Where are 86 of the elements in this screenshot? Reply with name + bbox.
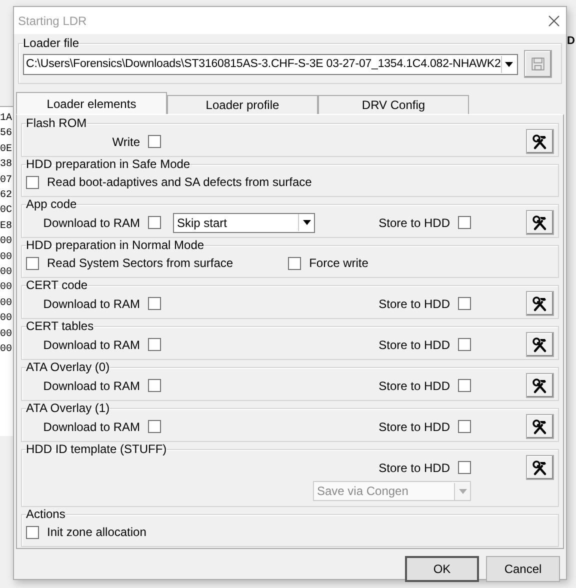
- checkbox[interactable]: [458, 297, 471, 310]
- hex-value: 0E: [0, 142, 13, 157]
- hex-value: 00: [0, 343, 13, 358]
- hex-value: 00: [0, 328, 13, 342]
- hex-value: 07: [0, 174, 13, 188]
- checkbox-label: Init zone allocation: [47, 525, 146, 539]
- hex-value: 00: [0, 250, 13, 265]
- checkbox-label: Store to HDD: [378, 460, 450, 474]
- window-title: Starting LDR: [18, 14, 88, 28]
- checkbox-label: Force write: [309, 256, 368, 270]
- checkbox[interactable]: [148, 216, 161, 229]
- dropdown-arrow-icon: [458, 488, 466, 494]
- hex-value: 00: [0, 266, 13, 280]
- dropdown[interactable]: Skip start: [173, 212, 315, 232]
- tools-button[interactable]: [526, 291, 554, 316]
- checkbox[interactable]: [26, 256, 39, 270]
- hammer-wrench-icon: [532, 418, 548, 434]
- checkbox[interactable]: [26, 526, 39, 538]
- group-title: HDD preparation in Normal Mode: [26, 239, 204, 252]
- hammer-wrench-icon: [532, 296, 548, 312]
- checkbox[interactable]: [288, 256, 302, 270]
- tab[interactable]: Loader elements: [16, 92, 167, 114]
- hex-value: E8: [0, 220, 13, 234]
- hammer-wrench-icon: [532, 214, 548, 230]
- dialog-button[interactable]: Cancel: [486, 556, 560, 582]
- checkbox[interactable]: [458, 420, 471, 433]
- checkbox[interactable]: [458, 461, 471, 474]
- tab[interactable]: DRV Config: [318, 95, 469, 114]
- tools-button[interactable]: [526, 210, 554, 235]
- group-title: ATA Overlay (0): [26, 361, 110, 374]
- hammer-wrench-icon: [532, 336, 548, 352]
- background-text: D: [567, 35, 575, 47]
- checkbox-label: Store to HDD: [378, 420, 450, 434]
- checkbox-label: Download to RAM: [42, 216, 140, 230]
- dropdown-arrow-icon: [505, 62, 514, 66]
- group-title: CERT code: [26, 279, 88, 292]
- hammer-wrench-icon: [532, 460, 548, 476]
- hex-value: 00: [0, 296, 13, 311]
- group-title: ATA Overlay (1): [26, 402, 110, 415]
- checkbox[interactable]: [148, 379, 161, 392]
- tools-button[interactable]: [526, 455, 554, 480]
- checkbox-label: Download to RAM: [42, 378, 140, 392]
- hex-value: 56: [0, 127, 13, 142]
- checkbox[interactable]: [148, 338, 161, 351]
- tools-button[interactable]: [526, 373, 554, 398]
- checkbox[interactable]: [148, 420, 161, 433]
- hammer-wrench-icon: [532, 134, 548, 150]
- hex-value: 1A: [0, 112, 13, 126]
- checkbox[interactable]: [26, 176, 39, 188]
- file-path-combo[interactable]: C:\Users\Forensics\Downloads\ST3160815AS-3.CHF-S-3E 03-27-07_1354.1C4.082-NHAWK2: [23, 54, 518, 74]
- hex-value: 00: [0, 312, 13, 326]
- checkbox[interactable]: [148, 135, 161, 148]
- checkbox-label: Write: [111, 134, 140, 148]
- dialog-button[interactable]: OK: [405, 556, 479, 582]
- checkbox[interactable]: [458, 216, 471, 229]
- group-title: Flash ROM: [26, 117, 87, 130]
- checkbox[interactable]: [458, 379, 471, 392]
- tab[interactable]: Loader profile: [167, 95, 318, 114]
- checkbox[interactable]: [458, 338, 471, 351]
- group-title: Actions: [26, 508, 66, 521]
- checkbox-label: Store to HDD: [378, 216, 450, 230]
- tools-button[interactable]: [526, 414, 554, 439]
- hex-value: 62: [0, 189, 13, 204]
- hex-value: 00: [0, 281, 13, 296]
- close-icon[interactable]: [548, 14, 560, 26]
- group-title: Loader file: [23, 36, 80, 50]
- checkbox-label: Store to HDD: [378, 338, 450, 352]
- hex-value: 00: [0, 235, 13, 250]
- dropdown-arrow-icon: [302, 220, 310, 225]
- checkbox-label: Read boot-adaptives and SA defects from surface: [47, 175, 312, 189]
- checkbox[interactable]: [148, 297, 161, 310]
- checkbox-label: Download to RAM: [42, 338, 140, 352]
- checkbox-label: Download to RAM: [42, 420, 140, 434]
- checkbox-label: Store to HDD: [378, 378, 450, 392]
- group-title: HDD preparation in Safe Mode: [26, 158, 190, 171]
- tools-button[interactable]: [526, 332, 554, 357]
- hex-value: 38: [0, 158, 13, 172]
- tools-button[interactable]: [526, 129, 554, 154]
- checkbox-label: Read System Sectors from surface: [47, 256, 234, 270]
- checkbox-label: Download to RAM: [42, 296, 140, 310]
- hammer-wrench-icon: [532, 378, 548, 394]
- group-title: HDD ID template (STUFF): [26, 443, 167, 456]
- group-title: App code: [26, 198, 77, 211]
- checkbox-label: Store to HDD: [378, 296, 450, 310]
- group-title: CERT tables: [26, 320, 94, 333]
- hex-value: 0C: [0, 204, 13, 218]
